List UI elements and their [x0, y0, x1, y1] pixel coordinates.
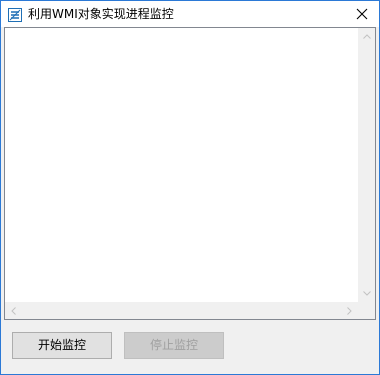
- scrollbar-corner: [358, 302, 375, 319]
- scroll-down-arrow-icon[interactable]: [358, 285, 375, 302]
- app-window: 利用WMI对象实现进程监控 开始监控 停止监控: [0, 0, 380, 375]
- horizontal-scrollbar[interactable]: [5, 302, 358, 319]
- close-button[interactable]: [345, 1, 379, 27]
- vertical-scrollbar[interactable]: [358, 28, 375, 302]
- title-bar[interactable]: 利用WMI对象实现进程监控: [1, 1, 379, 27]
- start-monitoring-button[interactable]: 开始监控: [12, 332, 112, 359]
- window-title: 利用WMI对象实现进程监控: [28, 7, 174, 21]
- scroll-right-arrow-icon[interactable]: [341, 302, 358, 319]
- close-icon: [356, 5, 368, 24]
- stop-monitoring-button[interactable]: 停止监控: [124, 332, 224, 359]
- scroll-left-arrow-icon[interactable]: [5, 302, 22, 319]
- scroll-up-arrow-icon[interactable]: [358, 28, 375, 45]
- process-list[interactable]: [4, 27, 376, 320]
- app-icon: [8, 7, 22, 22]
